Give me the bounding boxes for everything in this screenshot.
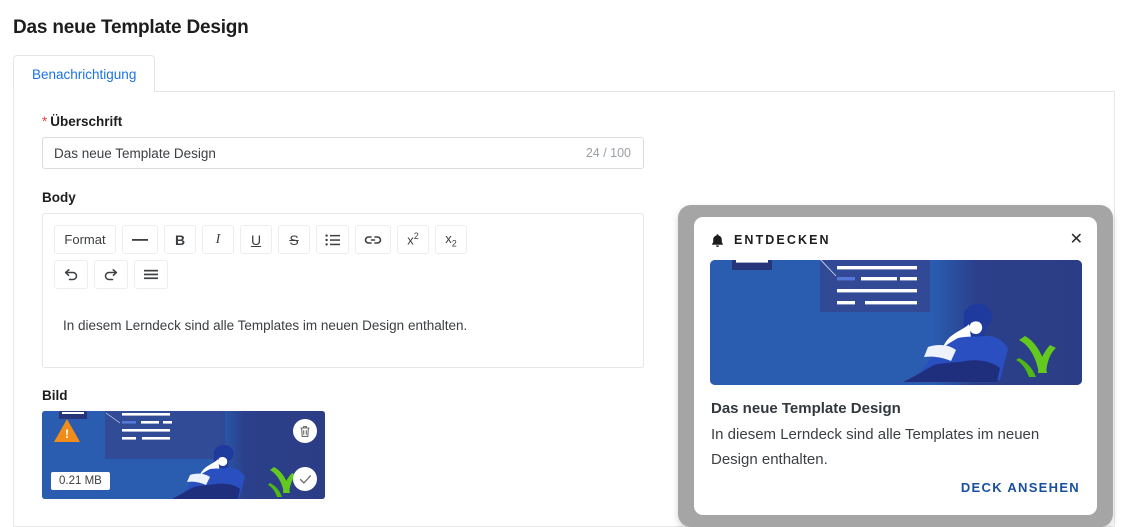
bold-icon[interactable]: B (164, 225, 196, 254)
tab-bar: Benachrichtigung (13, 55, 1115, 92)
editor-toolbar-row-1: Format B I U S x2 x2 (54, 225, 643, 254)
file-size-badge: 0.21 MB (51, 472, 110, 490)
underline-icon[interactable]: U (240, 225, 272, 254)
headline-label-text: Überschrift (50, 114, 123, 129)
format-dropdown[interactable]: Format (54, 225, 116, 254)
editor-toolbar: Format B I U S x2 x2 (43, 214, 643, 289)
preview-card-header: ENTDECKEN ✕ (711, 232, 1083, 248)
tab-benachrichtigung[interactable]: Benachrichtigung (13, 55, 156, 92)
preview-illustration (710, 260, 1082, 385)
body-rich-text-editor[interactable]: Format B I U S x2 x2 In diesem Lerndeck … (42, 213, 644, 368)
redo-glyph (104, 269, 118, 281)
bell-icon (711, 233, 724, 248)
undo-glyph (64, 269, 78, 281)
delete-image-button[interactable] (293, 419, 317, 443)
redo-icon[interactable] (94, 260, 128, 289)
preview-image (710, 260, 1082, 385)
notification-preview-card: ENTDECKEN ✕ Das neue Template Design In … (694, 217, 1097, 515)
close-icon[interactable]: ✕ (1070, 232, 1083, 248)
link-icon[interactable] (355, 225, 391, 254)
preview-header-label: ENTDECKEN (734, 233, 831, 247)
undo-icon[interactable] (54, 260, 88, 289)
body-editor-content[interactable]: In diesem Lerndeck sind alle Templates i… (43, 300, 643, 351)
superscript-icon[interactable]: x2 (397, 225, 429, 254)
editor-toolbar-row-2 (54, 260, 643, 289)
required-marker: * (42, 114, 48, 129)
preview-description: In diesem Lerndeck sind alle Templates i… (711, 426, 1040, 468)
strikethrough-icon[interactable]: S (278, 225, 310, 254)
bullet-list-glyph (325, 233, 340, 246)
image-thumbnail[interactable]: ! 0.21 MB (42, 411, 325, 499)
horizontal-rule-glyph (132, 238, 148, 241)
italic-icon[interactable]: I (202, 225, 234, 254)
format-dropdown-label: Format (64, 232, 106, 247)
link-glyph (364, 235, 382, 244)
horizontal-rule-icon[interactable] (122, 225, 158, 254)
preview-device-frame: ENTDECKEN ✕ Das neue Template Design In … (678, 205, 1113, 527)
subscript-icon[interactable]: x2 (435, 225, 467, 254)
page-title: Das neue Template Design (13, 17, 249, 38)
align-icon[interactable] (134, 260, 168, 289)
tab-panel: * Überschrift Das neue Template Design 24… (13, 92, 1115, 527)
notification-form: * Überschrift Das neue Template Design 24… (42, 114, 657, 499)
trash-icon (300, 425, 310, 437)
headline-label: * Überschrift (42, 114, 657, 129)
tab-label: Benachrichtigung (32, 66, 137, 82)
app-root: Das neue Template Design Benachrichtigun… (0, 0, 1132, 527)
confirm-image-button[interactable] (293, 467, 317, 491)
bell-glyph (712, 233, 723, 247)
body-label: Body (42, 190, 76, 205)
image-label: Bild (42, 388, 68, 403)
subscript-glyph: x2 (445, 230, 457, 249)
headline-input[interactable]: Das neue Template Design 24 / 100 (42, 137, 644, 169)
preview-cta-link[interactable]: DECK ANSEHEN (961, 480, 1080, 495)
preview-title: Das neue Template Design (711, 400, 901, 417)
headline-input-value: Das neue Template Design (54, 145, 216, 161)
check-icon (299, 474, 311, 484)
superscript-glyph: x2 (407, 231, 419, 248)
align-glyph (144, 269, 158, 280)
headline-char-counter: 24 / 100 (585, 146, 631, 160)
italic-glyph: I (215, 231, 221, 247)
bold-glyph: B (174, 231, 186, 248)
strikethrough-glyph: S (289, 231, 299, 248)
warning-exclamation-glyph: ! (65, 427, 69, 441)
bullet-list-icon[interactable] (316, 225, 349, 254)
underline-glyph: U (250, 231, 262, 248)
